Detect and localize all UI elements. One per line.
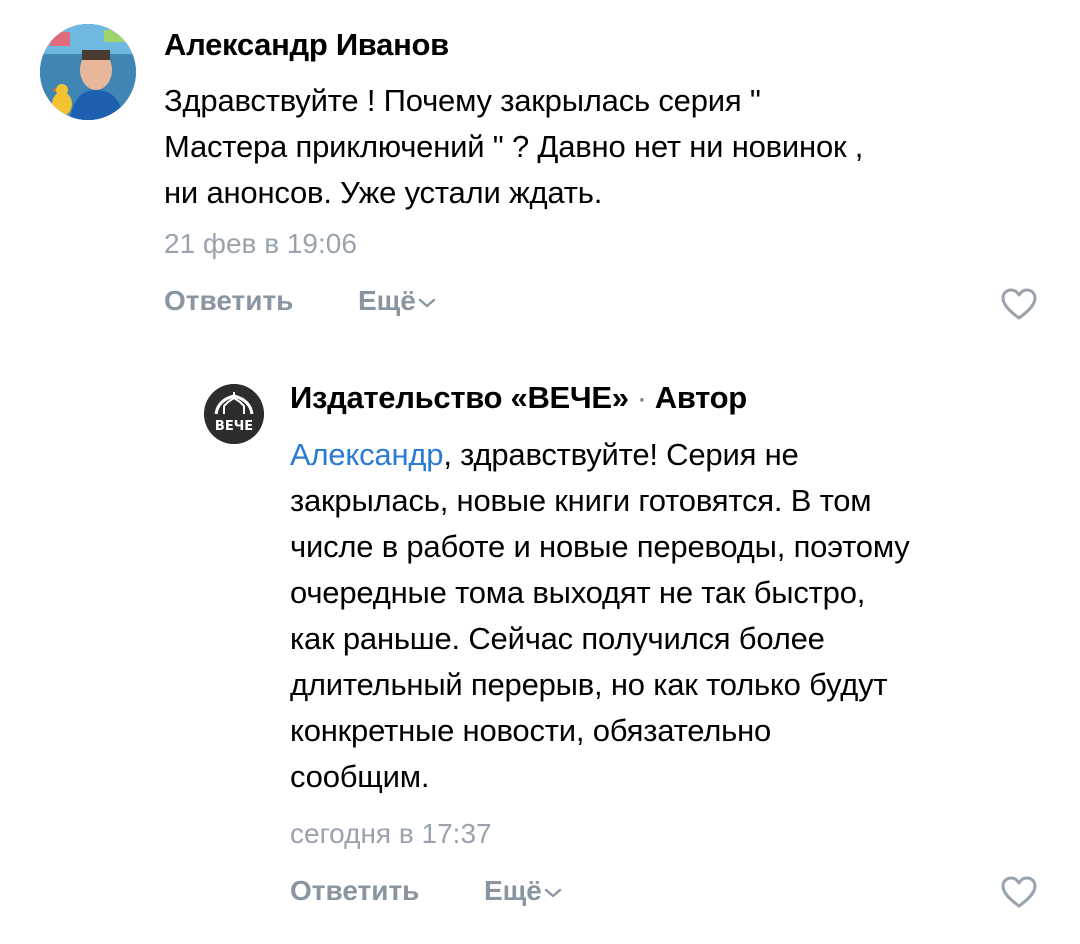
- comment-text-line: Здравствуйте ! Почему закрылась серия ": [164, 83, 761, 118]
- author-name[interactable]: Издательство «ВЕЧЕ»: [290, 380, 629, 415]
- publisher-logo-icon: ВЕЧЕ: [204, 384, 264, 444]
- comment-timestamp[interactable]: сегодня в 17:37: [290, 818, 492, 850]
- comment-text-line: очередные тома выходят не так быстро,: [290, 575, 866, 610]
- avatar-lettering: ВЕЧЕ: [215, 419, 253, 434]
- user-photo-icon: [40, 24, 136, 120]
- comment-text-line: сообщим.: [290, 759, 430, 794]
- comment-author[interactable]: Александр Иванов: [164, 27, 449, 63]
- comment-author: Издательство «ВЕЧЕ» · Автор: [290, 380, 747, 416]
- reply-button[interactable]: Ответить: [290, 875, 419, 907]
- comment-text-line: Александр, здравствуйте! Серия не: [290, 432, 1060, 478]
- heart-outline-icon[interactable]: [1000, 287, 1038, 321]
- more-button[interactable]: Ещё: [358, 285, 436, 317]
- reply-button[interactable]: Ответить: [164, 285, 293, 317]
- mention-link[interactable]: Александр: [290, 437, 444, 472]
- more-label: Ещё: [484, 875, 542, 906]
- more-label: Ещё: [358, 285, 416, 316]
- chevron-down-icon: [418, 298, 436, 307]
- comment-text-line: Мастера приключений " ? Давно нет ни нов…: [164, 129, 864, 164]
- heart-outline-icon[interactable]: [1000, 875, 1038, 909]
- comment-text: Александр, здравствуйте! Серия не закрыл…: [290, 432, 1060, 800]
- comment-text-line: числе в работе и новые переводы, поэтому: [290, 529, 910, 564]
- comment: Александр Иванов Здравствуйте ! Почему з…: [0, 0, 1080, 340]
- avatar[interactable]: ВЕЧЕ: [204, 384, 264, 444]
- author-badge: Автор: [654, 380, 747, 415]
- comment-text-line: закрылась, новые книги готовятся. В том: [290, 483, 872, 518]
- comment-text-fragment: , здравствуйте! Серия не: [443, 437, 799, 472]
- avatar[interactable]: [40, 24, 136, 120]
- reply-comment: ВЕЧЕ Издательство «ВЕЧЕ» · Автор Александр…: [0, 360, 1080, 944]
- author-separator: ·: [636, 380, 647, 415]
- comment-text-line: как раньше. Сейчас получился более: [290, 621, 825, 656]
- comment-text-line: конкретные новости, обязательно: [290, 713, 772, 748]
- comment-text-line: длительный перерыв, но как только будут: [290, 667, 888, 702]
- chevron-down-icon: [544, 888, 562, 897]
- comment-timestamp[interactable]: 21 фев в 19:06: [164, 228, 357, 260]
- comment-text: Здравствуйте ! Почему закрылась серия " …: [164, 78, 1064, 216]
- more-button[interactable]: Ещё: [484, 875, 562, 907]
- comment-text-line: ни анонсов. Уже устали ждать.: [164, 175, 603, 210]
